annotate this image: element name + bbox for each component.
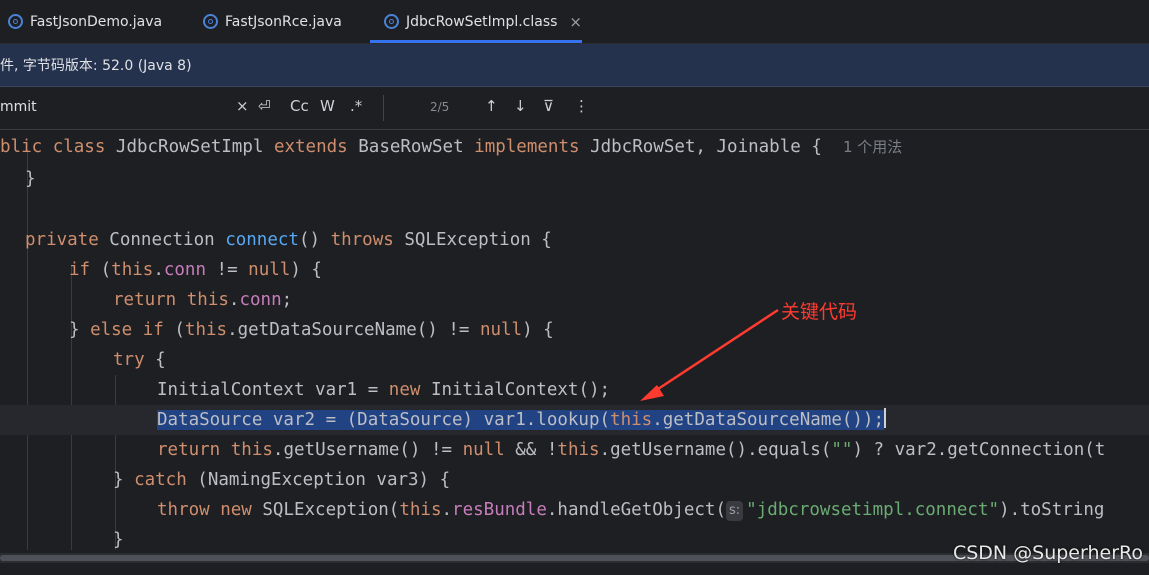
key-code-annotation: 关键代码 (781, 301, 858, 323)
annotation-arrow (640, 308, 779, 401)
watermark: CSDN @SuperherRo (952, 542, 1143, 564)
